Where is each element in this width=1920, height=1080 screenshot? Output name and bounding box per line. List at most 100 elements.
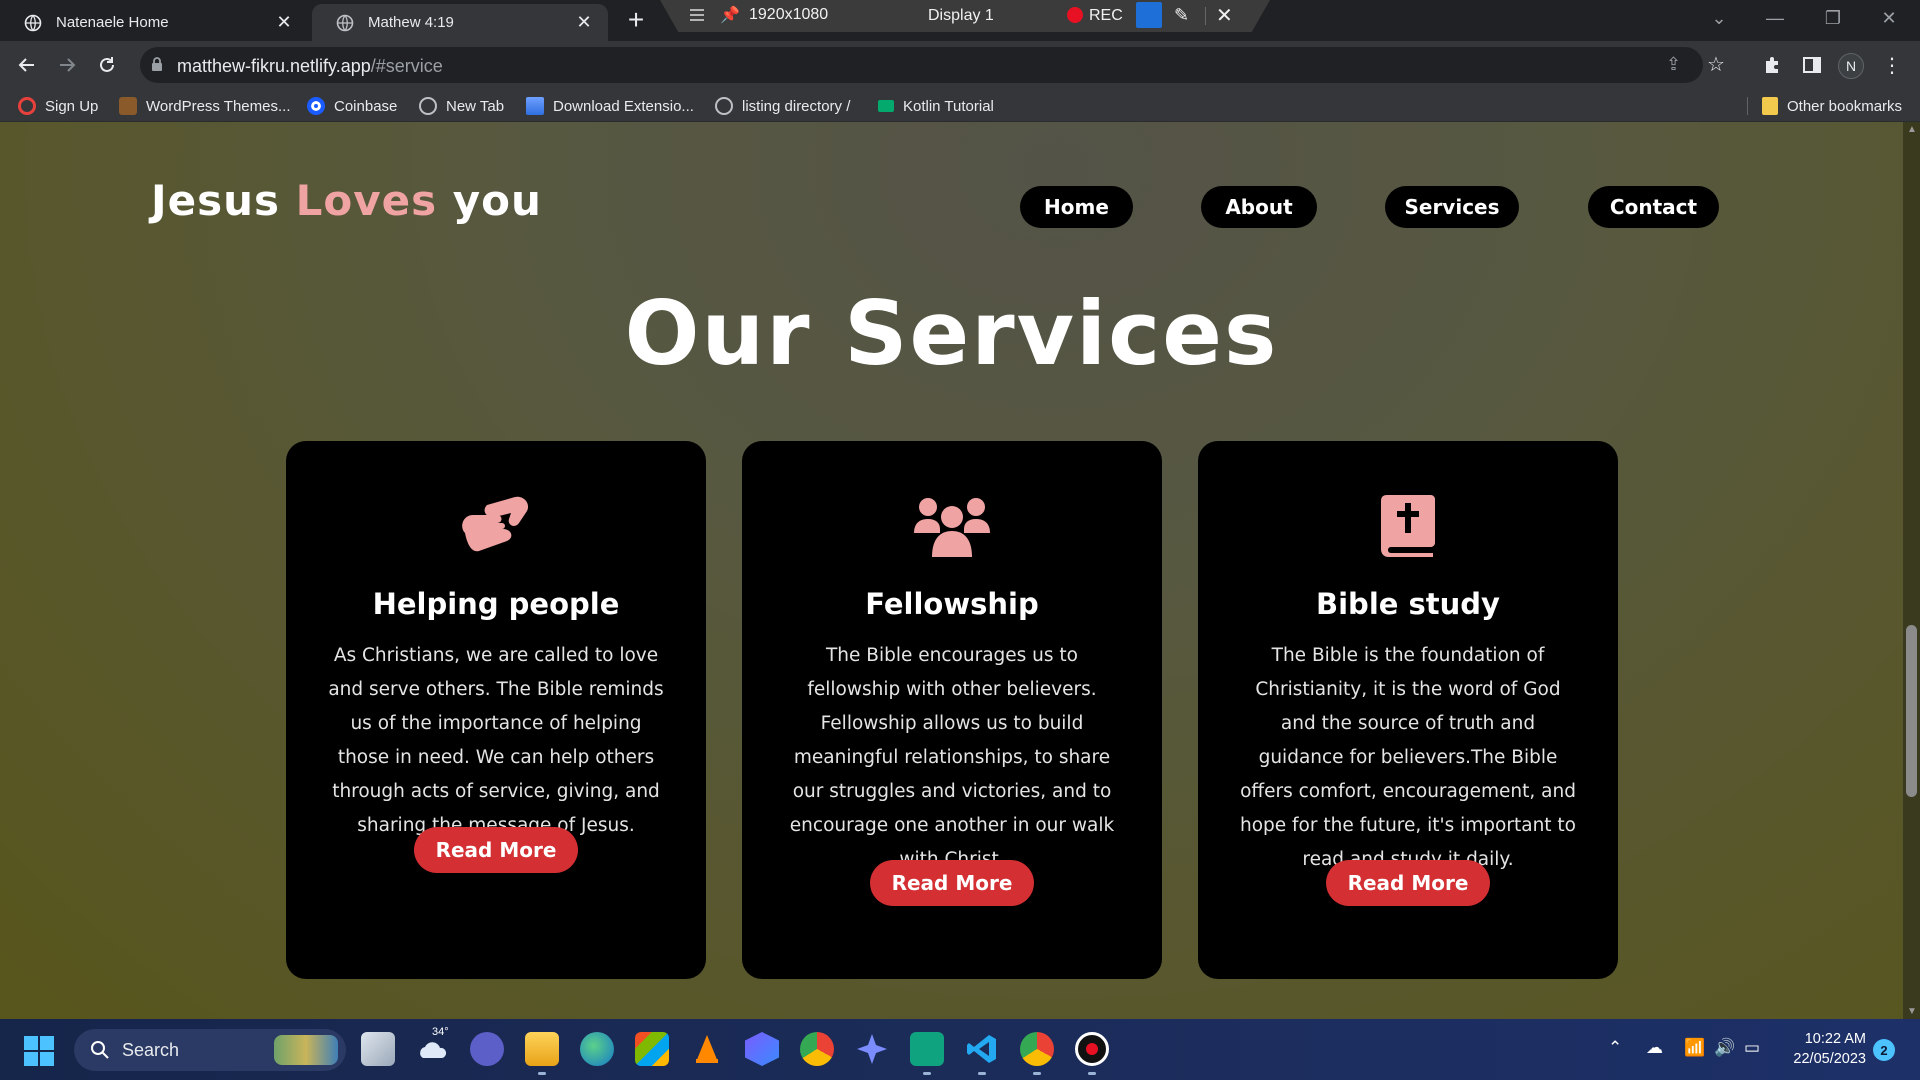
back-arrow-icon[interactable] — [13, 51, 41, 79]
new-tab-button[interactable]: + — [622, 6, 650, 34]
other-bookmarks-folder[interactable]: Other bookmarks — [1762, 96, 1902, 116]
running-indicator — [538, 1072, 546, 1075]
bookmark-label: Download Extensio... — [553, 97, 694, 115]
clock-date: 22/05/2023 — [1793, 1051, 1866, 1067]
webcam-icon[interactable] — [1136, 2, 1162, 28]
chatgpt-icon[interactable] — [910, 1032, 944, 1066]
taskbar-search[interactable]: Search — [74, 1029, 346, 1071]
minimize-icon[interactable]: — — [1752, 0, 1798, 36]
recording-resolution: 1920x1080 — [749, 6, 829, 23]
kebab-menu-icon[interactable]: ⋮ — [1878, 51, 1906, 79]
page-scrollbar[interactable]: ▲ ▼ — [1903, 122, 1920, 1019]
tab-mathew-4-19[interactable]: Mathew 4:19 ✕ — [312, 4, 608, 41]
forward-arrow-icon[interactable] — [53, 51, 81, 79]
scroll-down-icon[interactable]: ▼ — [1907, 1006, 1917, 1017]
download-extension-icon — [526, 97, 544, 115]
volume-icon[interactable]: 🔊 — [1714, 1038, 1735, 1058]
side-panel-icon[interactable] — [1798, 51, 1826, 79]
bookmark-coinbase[interactable]: Coinbase — [307, 96, 397, 116]
browser-tab-strip: Natenaele Home ✕ Mathew 4:19 ✕ + 📌 1920x… — [0, 0, 1920, 41]
share-icon[interactable]: ⇪ — [1666, 54, 1681, 75]
bookmark-wordpress-themes[interactable]: WordPress Themes... — [119, 96, 291, 116]
close-tab-icon[interactable]: ✕ — [274, 12, 294, 33]
microsoft-store-icon[interactable] — [635, 1032, 669, 1066]
chrome-profile-icon[interactable] — [1020, 1032, 1054, 1066]
nav-home[interactable]: Home — [1020, 186, 1133, 228]
weather-widget[interactable]: 34° — [416, 1026, 450, 1066]
url-text[interactable]: matthew-fikru.netlify.app/#service — [177, 56, 443, 77]
scroll-up-icon[interactable]: ▲ — [1907, 124, 1917, 135]
pen-icon[interactable]: ✎ — [1174, 5, 1189, 26]
bookmark-listing-directory[interactable]: listing directory / — [715, 96, 850, 116]
service-card-helping-people: Helping people As Christians, we are cal… — [286, 441, 706, 979]
windows-start-icon[interactable] — [24, 1036, 54, 1066]
clock-time: 10:22 AM — [1804, 1031, 1866, 1047]
handshake-icon — [462, 496, 529, 552]
running-indicator — [1088, 1072, 1096, 1075]
url-host: matthew-fikru.netlify.app — [177, 56, 371, 76]
power-automate-icon[interactable] — [745, 1032, 779, 1066]
restore-icon[interactable]: ❐ — [1810, 0, 1856, 36]
copilot-sparkle-icon[interactable] — [855, 1032, 889, 1066]
bookmark-download-extension[interactable]: Download Extensio... — [526, 96, 694, 116]
task-view-icon[interactable] — [361, 1032, 395, 1066]
bookmark-kotlin-tutorial[interactable]: Kotlin Tutorial — [878, 96, 994, 116]
read-more-button[interactable]: Read More — [1326, 860, 1490, 906]
bookmark-label: WordPress Themes... — [146, 97, 291, 115]
tab-title: Natenaele Home — [56, 14, 169, 31]
site-logo-title[interactable]: Jesus Loves you — [151, 176, 542, 225]
notification-badge[interactable]: 2 — [1873, 1039, 1895, 1061]
wifi-icon[interactable]: 📶 — [1684, 1038, 1705, 1058]
vlc-icon[interactable] — [690, 1032, 724, 1066]
url-path: /#service — [370, 56, 443, 76]
search-icon — [91, 1041, 109, 1059]
recording-display[interactable]: Display 1 — [928, 7, 994, 25]
globe-icon — [419, 97, 437, 115]
bookmark-sign-up[interactable]: Sign Up — [18, 96, 98, 116]
extensions-puzzle-icon[interactable] — [1759, 51, 1787, 79]
record-button[interactable]: REC — [1089, 7, 1123, 25]
battery-icon[interactable]: ▭ — [1744, 1038, 1760, 1058]
edge-icon[interactable] — [580, 1032, 614, 1066]
read-more-button[interactable]: Read More — [870, 860, 1034, 906]
record-dot-icon — [1086, 1043, 1098, 1055]
nav-services[interactable]: Services — [1385, 186, 1519, 228]
reload-icon[interactable] — [93, 51, 121, 79]
profile-avatar[interactable]: N — [1838, 53, 1864, 79]
show-hidden-icons-chevron-icon[interactable]: ⌃ — [1608, 1038, 1622, 1058]
bookmark-star-icon[interactable]: ☆ — [1707, 52, 1725, 77]
tab-natenaele-home[interactable]: Natenaele Home ✕ — [0, 4, 308, 41]
teams-chat-icon[interactable] — [470, 1032, 504, 1066]
close-icon[interactable]: ✕ — [1216, 3, 1233, 28]
address-bar[interactable]: matthew-fikru.netlify.app/#service ⇪ ☆ — [140, 47, 1725, 83]
file-explorer-icon[interactable] — [525, 1032, 559, 1066]
card-description: As Christians, we are called to love and… — [328, 645, 664, 836]
running-indicator — [978, 1072, 986, 1075]
search-label: Search — [122, 1039, 180, 1060]
record-dot-icon[interactable] — [1067, 7, 1083, 23]
pin-icon[interactable]: 📌 — [720, 5, 740, 25]
service-card-fellowship: Fellowship The Bible encourages us to fe… — [742, 441, 1162, 979]
tab-search-chevron-icon[interactable]: ⌄ — [1696, 0, 1742, 36]
nav-contact[interactable]: Contact — [1588, 186, 1719, 228]
card-title: Fellowship — [865, 587, 1039, 621]
read-more-button[interactable]: Read More — [414, 827, 578, 873]
lock-icon[interactable] — [150, 56, 164, 72]
onedrive-icon[interactable]: ☁ — [1646, 1038, 1663, 1058]
nav-about[interactable]: About — [1201, 186, 1317, 228]
people-group-icon — [914, 498, 990, 557]
screen-recorder-icon[interactable] — [1075, 1032, 1109, 1066]
window-close-icon[interactable]: ✕ — [1866, 0, 1912, 36]
search-highlight-icon — [274, 1035, 338, 1065]
chrome-icon[interactable] — [800, 1032, 834, 1066]
folder-icon — [1762, 97, 1778, 115]
scrollbar-thumb[interactable] — [1906, 625, 1917, 797]
bookmark-new-tab[interactable]: New Tab — [419, 96, 504, 116]
vscode-icon[interactable] — [965, 1032, 999, 1066]
bookmark-label: Coinbase — [334, 97, 398, 115]
service-card-bible-study: Bible study The Bible is the foundation … — [1198, 441, 1618, 979]
menu-icon[interactable] — [688, 6, 706, 24]
section-heading: Our Services — [624, 282, 1279, 385]
system-clock[interactable]: 10:22 AM 22/05/2023 — [1776, 1029, 1866, 1069]
close-tab-icon[interactable]: ✕ — [574, 12, 594, 33]
